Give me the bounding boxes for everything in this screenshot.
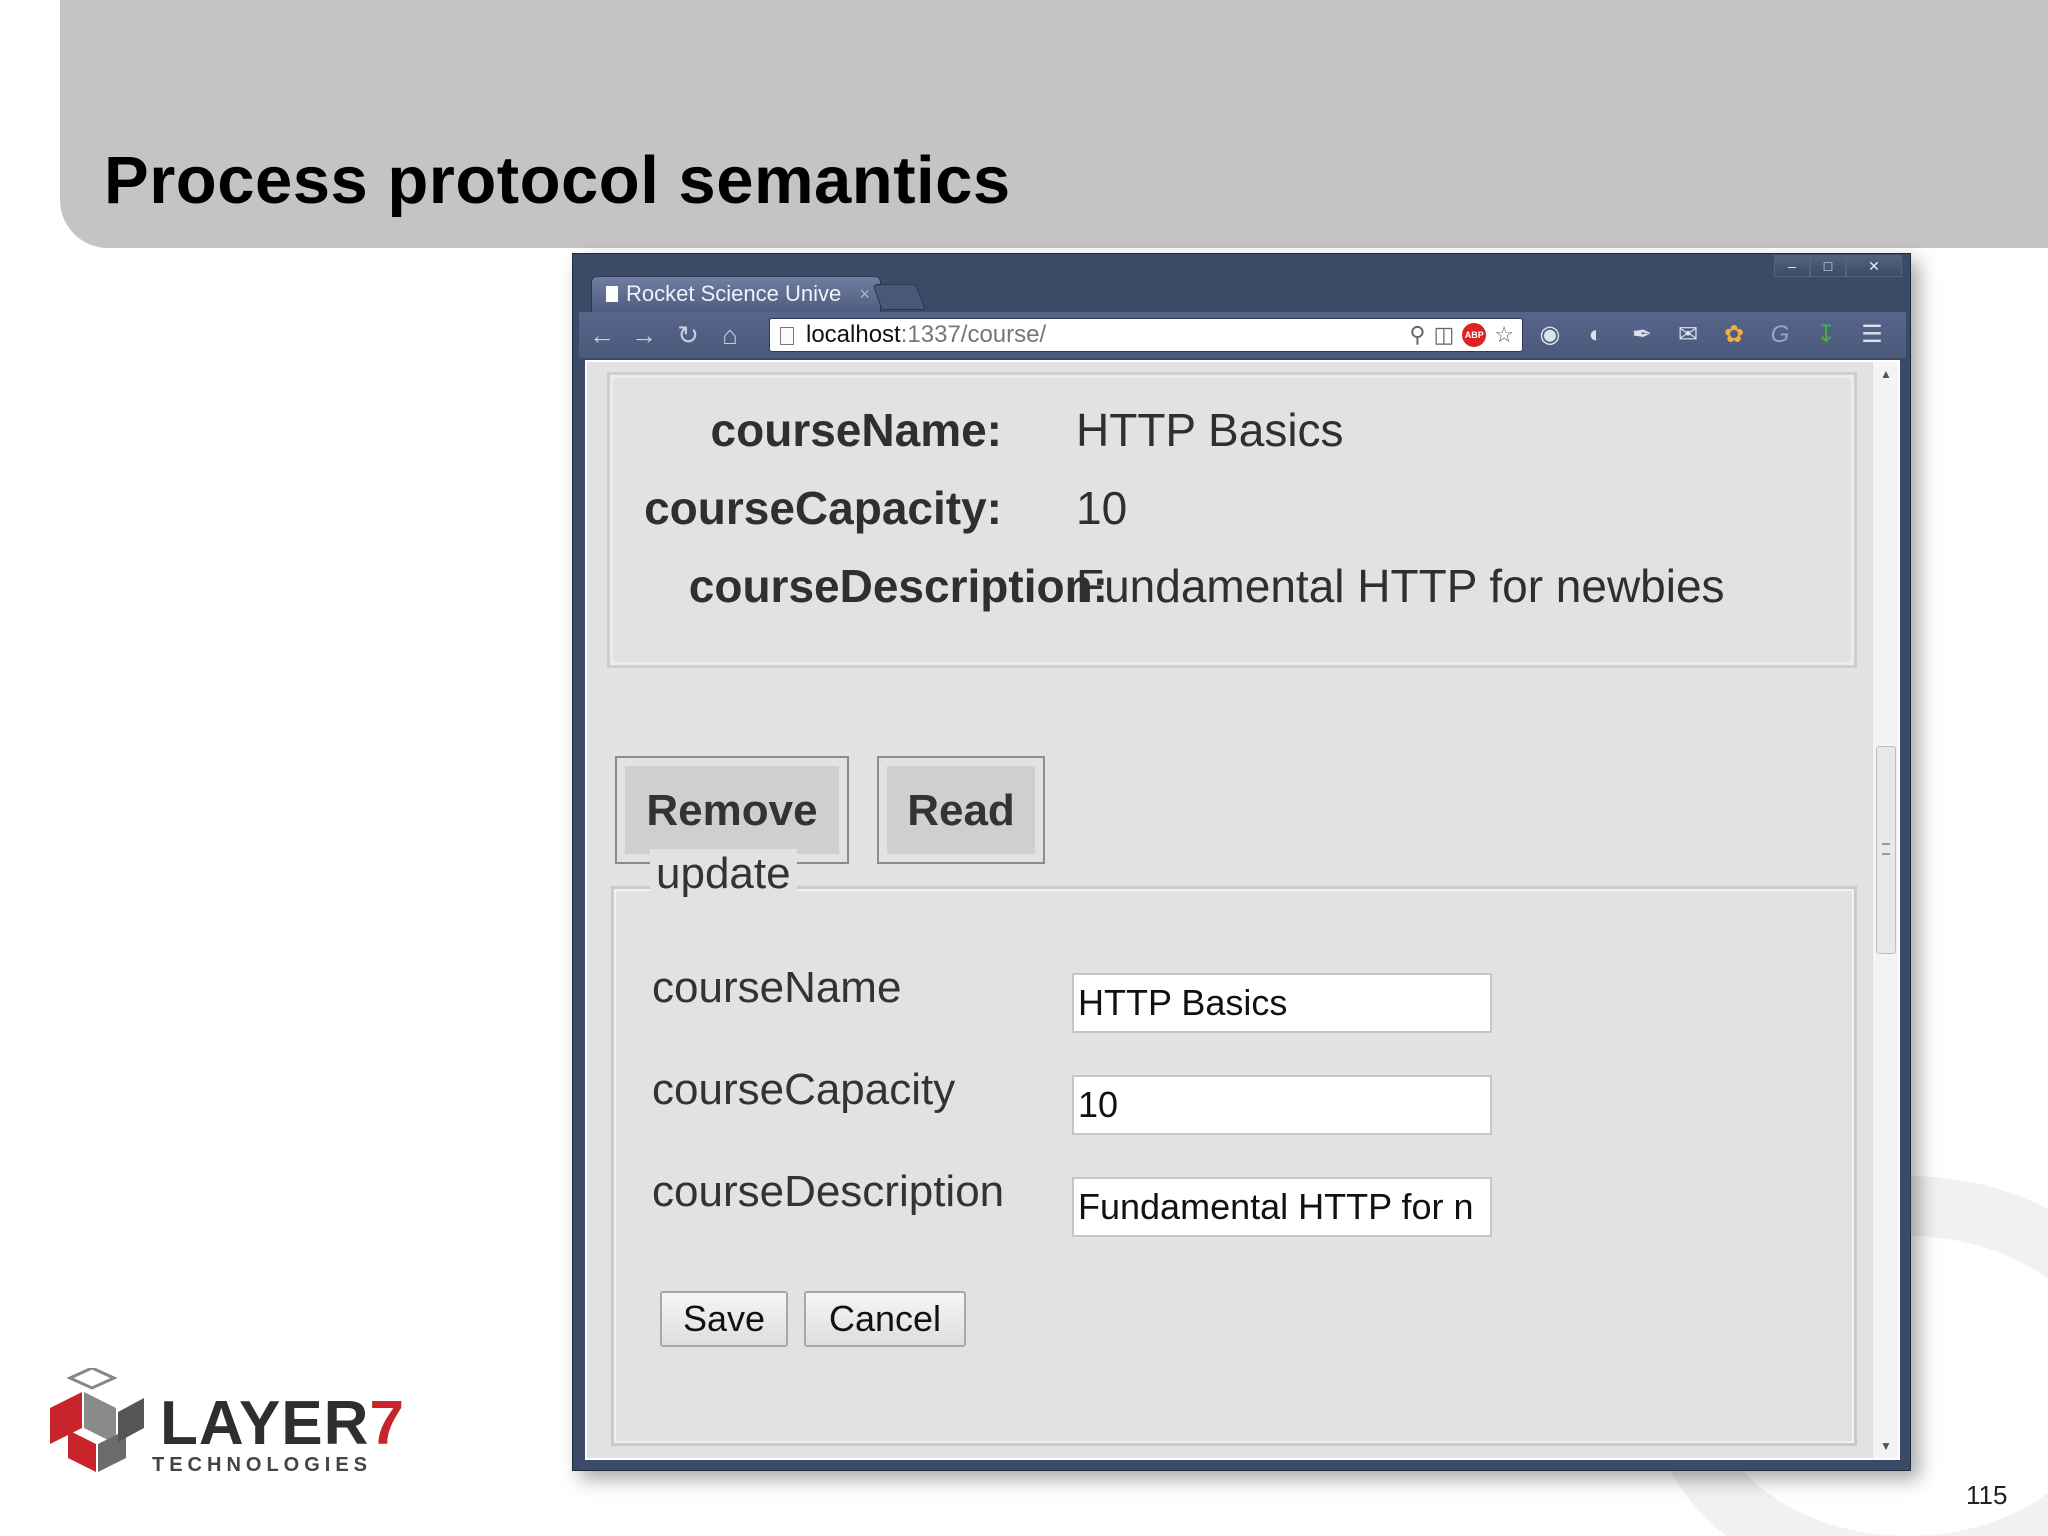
g-icon[interactable]: G <box>1764 318 1796 352</box>
remove-button[interactable]: Remove <box>615 756 849 864</box>
browser-toolbar: ← → ↻ ⌂ localhost:1337/course/ ⚲ ◫ ABP ☆… <box>579 312 1906 358</box>
course-capacity-input[interactable]: 10 <box>1072 1075 1492 1135</box>
browser-tab[interactable]: Rocket Science Unive × <box>591 276 881 312</box>
course-capacity-label: courseCapacity <box>652 1065 956 1114</box>
cancel-button[interactable]: Cancel <box>804 1291 966 1347</box>
logo-subtitle: TECHNOLOGIES <box>152 1454 373 1476</box>
logo-word: LAYER7 <box>160 1388 405 1459</box>
detail-value: HTTP Basics <box>1076 404 1344 456</box>
detail-value: Fundamental HTTP for newbies <box>1076 560 1725 612</box>
page-icon <box>780 327 794 345</box>
slide: Process protocol semantics – □ ✕ Rocket … <box>0 0 2048 1536</box>
close-icon[interactable]: ✕ <box>1846 255 1902 277</box>
extension-icons: ◉ ◐ ✒ ✉ ✿ G ↧ ☰ <box>1534 318 1888 352</box>
url-path: :1337/course/ <box>900 321 1047 348</box>
menu-icon[interactable]: ☰ <box>1856 318 1888 352</box>
logo-layer-text: LAYER <box>160 1389 370 1458</box>
vertical-scrollbar[interactable]: ▲ ▼ <box>1872 362 1898 1458</box>
course-name-label: courseName <box>652 963 902 1012</box>
new-tab-button[interactable] <box>872 284 926 310</box>
page-viewport: courseName: HTTP Basics courseCapacity: … <box>585 360 1900 1460</box>
window-controls: – □ ✕ <box>1774 255 1902 277</box>
detail-row-course-name: courseName: HTTP Basics <box>610 403 1850 463</box>
globe-clock-icon[interactable]: ◐ <box>1580 318 1612 352</box>
detail-value: 10 <box>1076 482 1128 534</box>
page-action-icon[interactable]: ◫ <box>1433 321 1454 349</box>
detail-label: courseCapacity: <box>644 482 1002 534</box>
forward-icon[interactable]: → <box>627 318 661 352</box>
color-picker-icon[interactable]: ◉ <box>1534 318 1566 352</box>
back-icon[interactable]: ← <box>585 318 619 352</box>
minimize-icon[interactable]: – <box>1774 255 1810 277</box>
zoom-icon[interactable]: ⚲ <box>1409 321 1425 349</box>
detail-row-course-capacity: courseCapacity: 10 <box>610 481 1850 541</box>
course-description-input[interactable]: Fundamental HTTP for n <box>1072 1177 1492 1237</box>
detail-label: courseName: <box>710 404 1002 456</box>
address-bar[interactable]: localhost:1337/course/ ⚲ ◫ ABP ☆ <box>769 318 1523 352</box>
url-host: localhost <box>806 321 901 348</box>
page-number: 115 <box>1966 1480 2008 1510</box>
browser-window: – □ ✕ Rocket Science Unive × ← → ↻ ⌂ loc… <box>572 253 1911 1471</box>
scroll-thumb[interactable] <box>1876 746 1896 954</box>
layer7-logo: LAYER7 TECHNOLOGIES <box>40 1368 404 1488</box>
document-icon <box>606 286 618 302</box>
eyedropper-icon[interactable]: ✒ <box>1626 318 1658 352</box>
save-button[interactable]: Save <box>660 1291 788 1347</box>
detail-row-course-description: courseDescription: Fundamental HTTP for … <box>610 559 1850 619</box>
scroll-up-icon[interactable]: ▲ <box>1873 362 1898 386</box>
scroll-grip-icon <box>1882 843 1890 855</box>
star-icon[interactable]: ☆ <box>1494 321 1514 349</box>
home-icon[interactable]: ⌂ <box>713 318 747 352</box>
tab-close-icon[interactable]: × <box>859 277 870 311</box>
notification-icon[interactable]: ✉ <box>1672 318 1704 352</box>
remove-button-label: Remove <box>625 766 839 854</box>
pawprint-icon[interactable]: ✿ <box>1718 318 1750 352</box>
read-button[interactable]: Read <box>877 756 1045 864</box>
logo-cube-icon <box>50 1368 144 1472</box>
url-icons: ⚲ ◫ ABP ☆ <box>1409 321 1514 349</box>
course-detail-box: courseName: HTTP Basics courseCapacity: … <box>607 372 1857 668</box>
adblock-icon[interactable]: ABP <box>1462 323 1487 347</box>
update-fieldset: update courseName HTTP Basics courseCapa… <box>611 849 1857 1446</box>
maximize-icon[interactable]: □ <box>1810 255 1846 277</box>
detail-label: courseDescription: <box>688 560 1108 612</box>
scroll-down-icon[interactable]: ▼ <box>1873 1434 1898 1458</box>
download-icon[interactable]: ↧ <box>1810 318 1842 352</box>
course-name-input[interactable]: HTTP Basics <box>1072 973 1492 1033</box>
slide-title: Process protocol semantics <box>104 143 1011 218</box>
read-button-label: Read <box>887 766 1035 854</box>
course-description-label: courseDescription <box>652 1167 1005 1216</box>
update-legend: update <box>650 849 797 899</box>
reload-icon[interactable]: ↻ <box>671 318 705 352</box>
logo-seven-text: 7 <box>369 1389 405 1458</box>
tab-title: Rocket Science Unive <box>626 281 842 306</box>
